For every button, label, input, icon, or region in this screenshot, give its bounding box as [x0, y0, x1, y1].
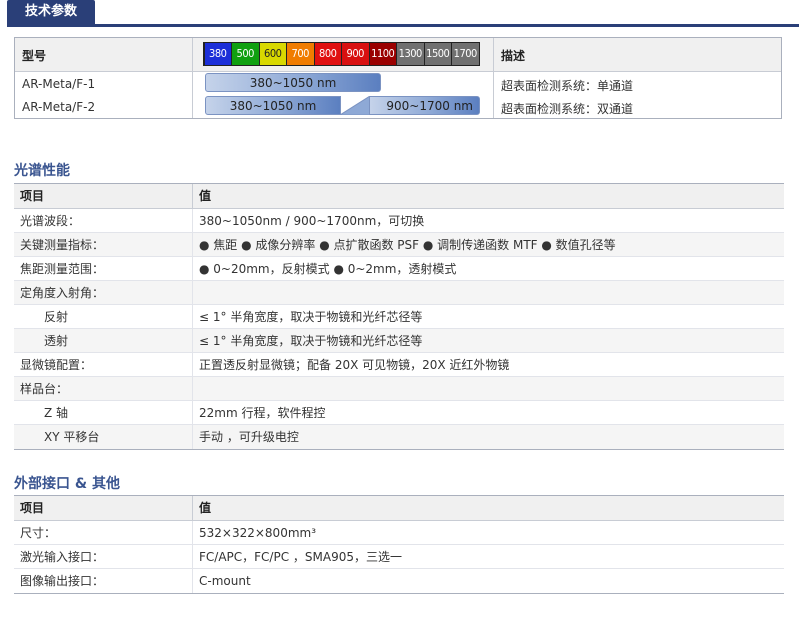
model-desc: 超表面检测系统：单通道 — [501, 79, 634, 93]
table-row: Z 轴 22mm 行程，软件程控 — [14, 401, 784, 425]
spectral-table: 项目 值光谱波段： 380~1050nm / 900~1700nm，可切换关键测量指… — [14, 183, 784, 450]
column-divider — [192, 184, 193, 208]
range-bar-f2-nir: 900~1700 nm — [369, 96, 480, 115]
scale-cell: 1300 — [397, 43, 424, 65]
row-label: 显微镜配置： — [20, 358, 93, 372]
row-value: FC/APC，FC/PC ，SMA905，三选一 — [199, 550, 402, 564]
table-row: 透射 ≤ 1° 半角宽度，取决于物镜和光纤芯径等 — [14, 329, 784, 353]
row-value: ≤ 1° 半角宽度，取决于物镜和光纤芯径等 — [199, 334, 423, 348]
wavelength-scale: 380 500 600 700 800 900 1100 1300 1500 1700 — [203, 42, 480, 66]
column-divider — [192, 545, 193, 568]
column-divider — [192, 305, 193, 328]
section-title-interface: 外部接口 & 其他 — [14, 476, 120, 492]
table-row: 样品台： — [14, 377, 784, 401]
table-header-row: 项目 值 — [14, 184, 784, 209]
column-divider — [192, 38, 193, 118]
scale-cell: 1100 — [369, 43, 396, 65]
scale-cell: 1500 — [424, 43, 451, 65]
column-divider — [192, 281, 193, 304]
column-divider — [192, 569, 193, 593]
row-value: C-mount — [199, 574, 251, 588]
table-header-row: 项目 值 — [14, 496, 784, 521]
header-item: 项目 — [20, 501, 45, 515]
row-value: 正置透反射显微镜；配备 20X 可见物镜，20X 近红外物镜 — [199, 358, 510, 372]
range-bar-f2-connector — [340, 96, 370, 115]
row-value: 手动 ，可升级电控 — [199, 430, 299, 444]
column-divider — [192, 329, 193, 352]
model-name: AR-Meta/F-2 — [22, 100, 96, 114]
column-divider — [192, 353, 193, 376]
row-value: ● 0~20mm，反射模式 ● 0~2mm，透射模式 — [199, 262, 457, 276]
row-value: 532×322×800mm³ — [199, 526, 317, 540]
table-row: 激光输入接口： FC/APC，FC/PC ，SMA905，三选一 — [14, 545, 784, 569]
row-label: XY 平移台 — [44, 430, 100, 444]
table-row: 尺寸： 532×322×800mm³ — [14, 521, 784, 545]
scale-cell: 1700 — [452, 43, 479, 65]
tab-tech-params[interactable]: 技术参数 — [7, 0, 95, 24]
column-divider — [192, 257, 193, 280]
row-label: 激光输入接口： — [20, 550, 105, 564]
header-item: 项目 — [20, 189, 45, 203]
scale-cell: 380 — [204, 43, 231, 65]
column-divider — [192, 496, 193, 520]
scale-cell: 700 — [287, 43, 314, 65]
row-label: 图像输出接口： — [20, 574, 105, 588]
table-row: 关键测量指标： ● 焦距 ● 成像分辨率 ● 点扩散函数 PSF ● 调制传递函数… — [14, 233, 784, 257]
table-row: 定角度入射角： — [14, 281, 784, 305]
row-label: 定角度入射角： — [20, 286, 105, 300]
column-divider — [192, 233, 193, 256]
row-label: 反射 — [44, 310, 69, 324]
section-title-spectral: 光谱性能 — [14, 163, 70, 179]
table-row: 图像输出接口： C-mount — [14, 569, 784, 593]
column-divider — [493, 38, 494, 118]
header-desc: 描述 — [501, 49, 526, 63]
column-divider — [192, 425, 193, 449]
column-divider — [192, 401, 193, 424]
table-row: 光谱波段： 380~1050nm / 900~1700nm，可切换 — [14, 209, 784, 233]
row-label: 关键测量指标： — [20, 238, 105, 252]
scale-cell: 500 — [232, 43, 259, 65]
tab-underline — [7, 24, 799, 27]
table-row: 反射 ≤ 1° 半角宽度，取决于物镜和光纤芯径等 — [14, 305, 784, 329]
header-value: 值 — [199, 189, 212, 203]
scale-cell: 900 — [342, 43, 369, 65]
model-name: AR-Meta/F-1 — [22, 77, 96, 91]
scale-cell: 600 — [259, 43, 286, 65]
row-label: 样品台： — [20, 382, 69, 396]
row-label: 焦距测量范围： — [20, 262, 105, 276]
table-row: 显微镜配置： 正置透反射显微镜；配备 20X 可见物镜，20X 近红外物镜 — [14, 353, 784, 377]
row-label: 透射 — [44, 334, 69, 348]
header-value: 值 — [199, 501, 212, 515]
tab-bar: 技术参数 — [0, 0, 799, 27]
interface-table: 项目 值尺寸： 532×322×800mm³ 激光输入接口： FC/APC，FC/PC … — [14, 495, 784, 594]
row-label: 光谱波段： — [20, 214, 81, 228]
table-row: XY 平移台 手动 ，可升级电控 — [14, 425, 784, 449]
row-value: ● 焦距 ● 成像分辨率 ● 点扩散函数 PSF ● 调制传递函数 MTF ● … — [199, 238, 616, 252]
model-desc: 超表面检测系统：双通道 — [501, 102, 634, 116]
range-bar-f1: 380~1050 nm — [205, 73, 381, 92]
column-divider — [192, 521, 193, 544]
column-divider — [192, 209, 193, 232]
scale-cell: 800 — [314, 43, 341, 65]
row-value: ≤ 1° 半角宽度，取决于物镜和光纤芯径等 — [199, 310, 423, 324]
header-model: 型号 — [22, 49, 47, 63]
row-value: 380~1050nm / 900~1700nm，可切换 — [199, 214, 425, 228]
row-value: 22mm 行程，软件程控 — [199, 406, 326, 420]
row-label: Z 轴 — [44, 406, 69, 420]
table-row: 焦距测量范围： ● 0~20mm，反射模式 ● 0~2mm，透射模式 — [14, 257, 784, 281]
range-bar-f2-visible: 380~1050 nm — [205, 96, 341, 115]
column-divider — [192, 377, 193, 400]
row-label: 尺寸： — [20, 526, 57, 540]
